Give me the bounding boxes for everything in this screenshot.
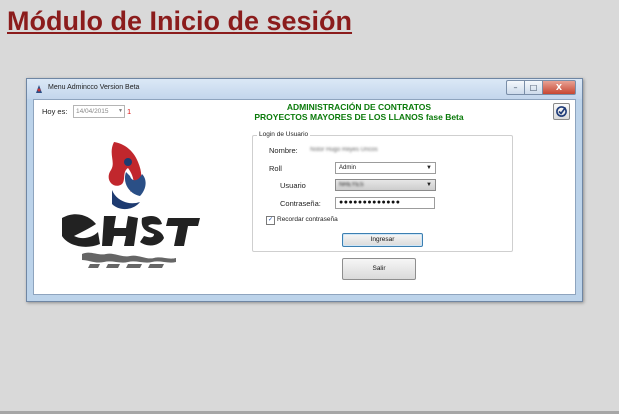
heading-line-1: ADMINISTRACIÓN DE CONTRATOS — [286, 102, 432, 112]
remember-checkbox[interactable]: ✓ — [266, 216, 275, 225]
logo-subtext — [82, 252, 176, 268]
usuario-value: NREYES — [339, 182, 364, 188]
maximize-button[interactable]: □ — [525, 80, 543, 95]
usuario-label: Usuario — [280, 181, 306, 190]
salir-button[interactable]: Salir — [342, 258, 416, 280]
roll-value: Admin — [339, 165, 357, 171]
refresh-button[interactable] — [553, 103, 570, 120]
checkmark-icon: ✓ — [267, 217, 274, 223]
remember-label: Recordar contraseña — [277, 216, 338, 223]
date-picker[interactable]: 14/04/2015 ▼ — [73, 105, 125, 118]
roll-select[interactable]: Admin ▼ — [335, 162, 436, 174]
chevron-down-icon: ▼ — [426, 182, 432, 188]
heading-line-2: PROYECTOS MAYORES DE LOS LLANOS fase Bet… — [254, 112, 464, 122]
slide-title: Módulo de Inicio de sesión — [7, 6, 353, 36]
flame-emblem — [108, 142, 146, 210]
check-refresh-icon — [556, 106, 567, 117]
roll-label: Roll — [269, 164, 282, 173]
login-group-title: Login de Usuario — [257, 131, 311, 138]
close-button[interactable]: X — [543, 80, 576, 95]
today-label: Hoy es: — [42, 107, 68, 116]
password-mask: ●●●●●●●●●●●●● — [339, 199, 401, 206]
date-value: 14/04/2015 — [76, 108, 109, 115]
window-title: Menu Admincco Version Beta — [48, 84, 140, 91]
login-groupbox: Login de Usuario Nombre: Nstor Hugo Reye… — [252, 131, 513, 252]
nombre-value: Nstor Hugo Reyes Uncos — [310, 147, 378, 153]
chevron-down-icon: ▼ — [426, 165, 432, 171]
window-client-area: Hoy es: 14/04/2015 ▼ 1 ADMINISTRACIÓN DE… — [33, 99, 576, 295]
app-logo-icon — [36, 85, 42, 93]
usuario-select[interactable]: NREYES ▼ — [335, 179, 436, 191]
logo-lettering — [62, 214, 200, 247]
login-window: Menu Admincco Version Beta – □ X Hoy es:… — [26, 78, 583, 302]
counter-value: 1 — [127, 107, 132, 116]
password-input[interactable]: ●●●●●●●●●●●●● — [335, 197, 435, 209]
ingresar-button[interactable]: Ingresar — [342, 233, 423, 247]
app-heading: ADMINISTRACIÓN DE CONTRATOS PROYECTOS MA… — [229, 102, 489, 122]
company-logo — [62, 142, 200, 268]
contrasena-label: Contraseña: — [280, 199, 321, 208]
nombre-label: Nombre: — [269, 146, 298, 155]
window-titlebar[interactable]: Menu Admincco Version Beta – □ X — [27, 79, 582, 99]
chevron-down-icon[interactable]: ▼ — [118, 106, 123, 117]
minimize-button[interactable]: – — [506, 80, 525, 95]
